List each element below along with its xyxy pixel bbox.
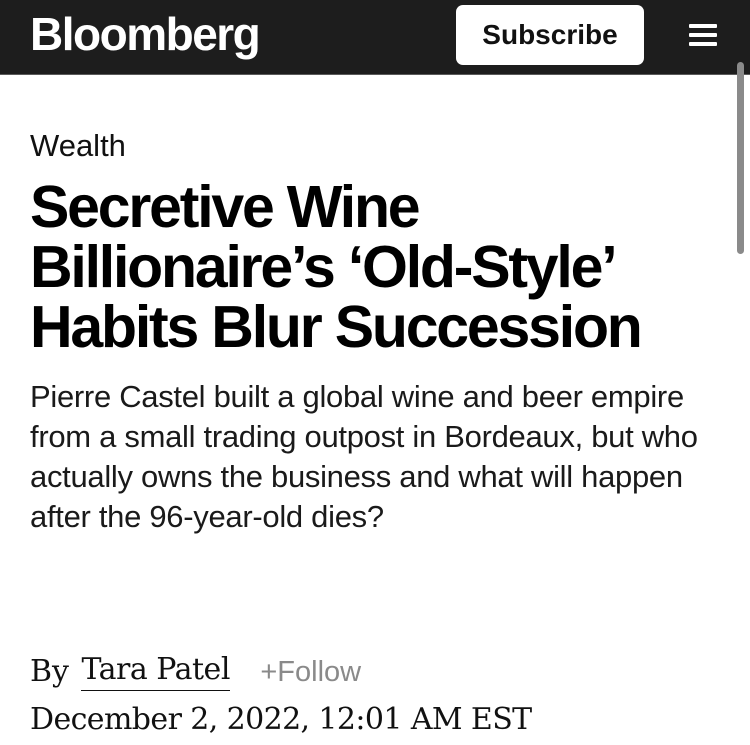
menu-bar-line — [689, 33, 717, 37]
follow-author-button[interactable]: +Follow — [260, 650, 361, 694]
byline: By Tara Patel +Follow — [30, 650, 361, 694]
author-link[interactable]: Tara Patel — [81, 650, 230, 691]
menu-bar-line — [689, 42, 717, 46]
section-label[interactable]: Wealth — [30, 124, 126, 168]
article-dek: Pierre Castel built a global wine and be… — [30, 379, 698, 534]
byline-prefix: By — [30, 654, 69, 689]
subscribe-button[interactable]: Subscribe — [456, 5, 644, 65]
page-scrollbar[interactable] — [737, 62, 744, 254]
menu-bar-line — [689, 24, 717, 28]
hamburger-menu-icon[interactable] — [686, 21, 722, 51]
article-headline: Secretive Wine Billionaire’s ‘Old-Style’… — [30, 174, 643, 360]
publish-date: December 2, 2022, 12:01 AM EST — [30, 702, 532, 737]
top-navigation-bar: Bloomberg Subscribe — [0, 0, 750, 75]
bloomberg-logo[interactable]: Bloomberg — [30, 6, 261, 62]
